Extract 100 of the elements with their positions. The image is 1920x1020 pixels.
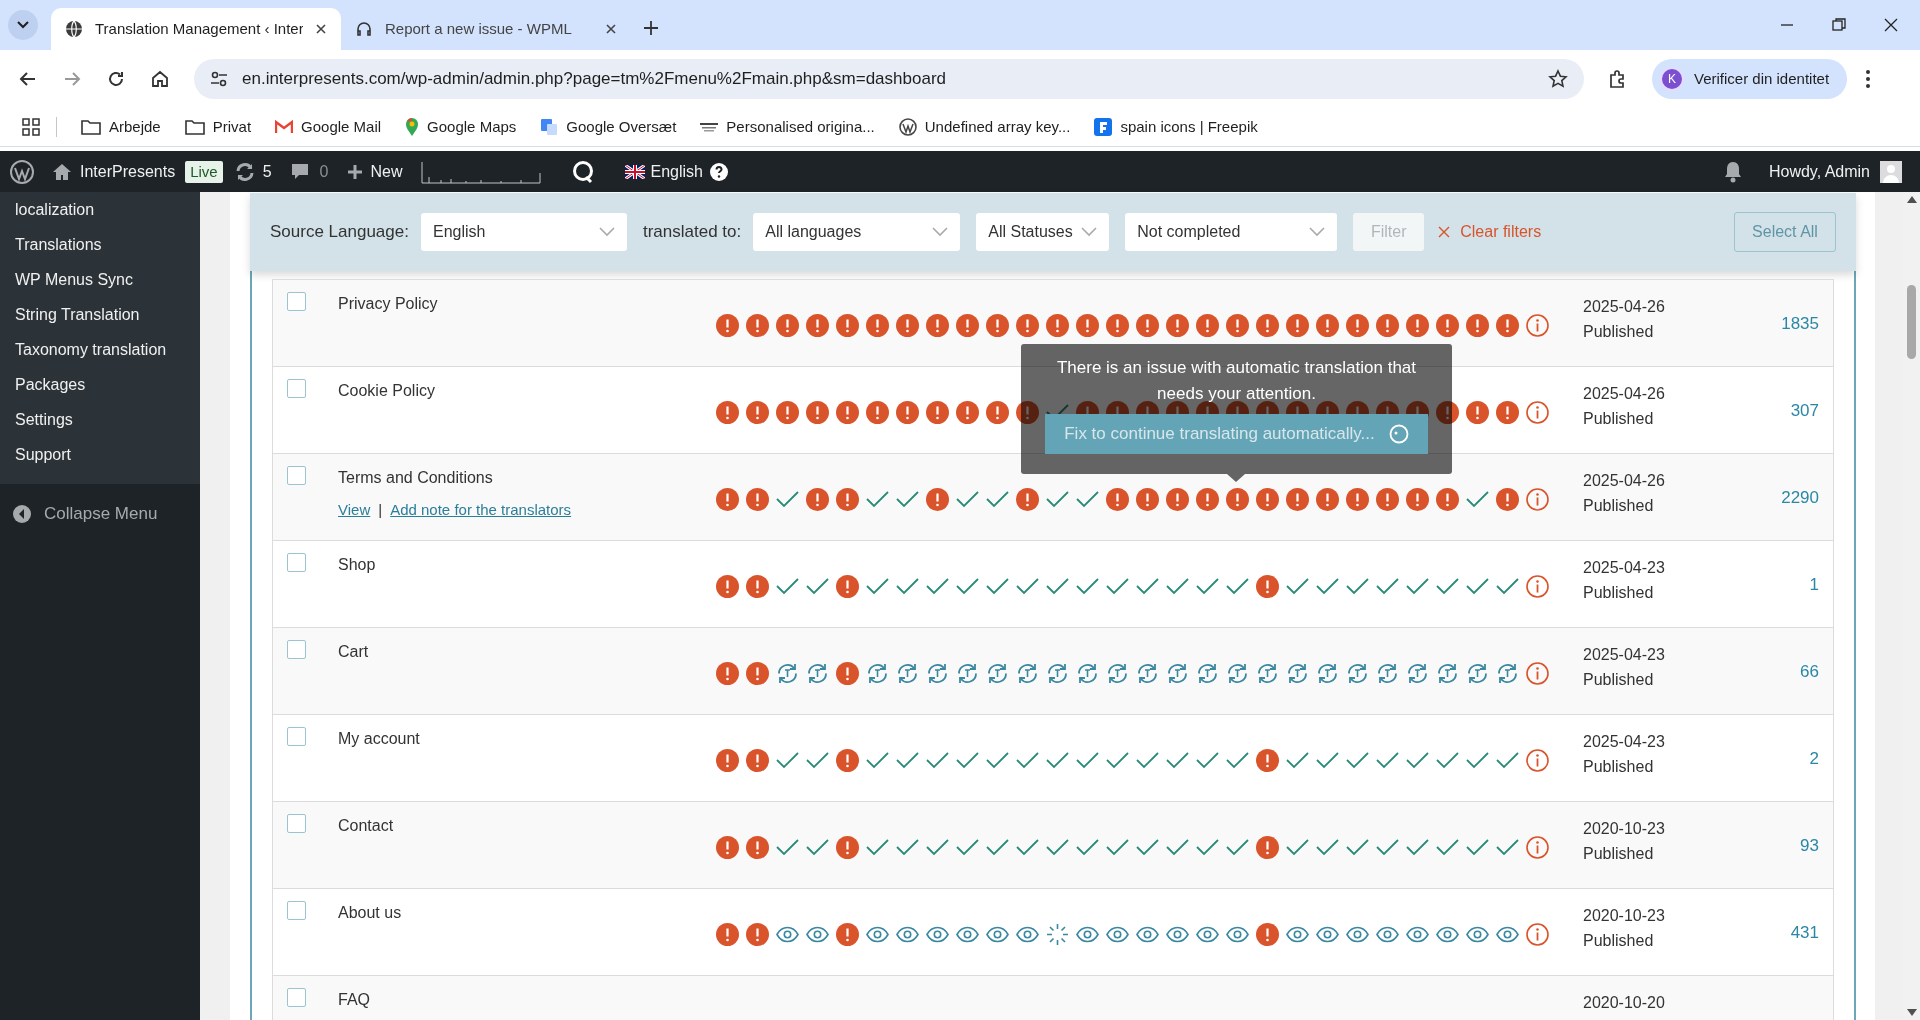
- tab-search-button[interactable]: [8, 10, 38, 40]
- language-switcher[interactable]: English: [624, 159, 729, 184]
- reload-icon[interactable]: [106, 69, 126, 89]
- sync-icon[interactable]: [1106, 661, 1129, 685]
- scroll-thumb[interactable]: [1907, 285, 1916, 359]
- sidebar-item[interactable]: Support: [0, 437, 200, 472]
- row-checkbox[interactable]: [287, 292, 306, 311]
- info-icon[interactable]: [1526, 313, 1549, 337]
- scroll-down-icon[interactable]: [1906, 1009, 1917, 1016]
- word-count-link[interactable]: 2: [1809, 746, 1819, 772]
- sync-icon[interactable]: [806, 661, 829, 685]
- apps-icon[interactable]: [22, 118, 40, 136]
- bookmark[interactable]: Privat: [176, 112, 260, 142]
- sidebar-item[interactable]: String Translation: [0, 297, 200, 332]
- scroll-up-icon[interactable]: [1906, 196, 1917, 203]
- updates-link[interactable]: 5: [234, 159, 272, 184]
- word-count-link[interactable]: 431: [1790, 920, 1819, 946]
- row-checkbox[interactable]: [287, 379, 306, 398]
- status-select[interactable]: All Statuses: [976, 213, 1110, 251]
- sync-icon[interactable]: [986, 661, 1009, 685]
- row-checkbox[interactable]: [287, 727, 306, 746]
- address-bar[interactable]: en.interpresents.com/wp-admin/admin.php?page=tm%2Fmenu%2Fmain.php&sm=dashboard: [194, 59, 1584, 99]
- sync-icon[interactable]: [1436, 661, 1459, 685]
- sync-icon[interactable]: [1196, 661, 1219, 685]
- sync-icon[interactable]: [1016, 661, 1039, 685]
- row-checkbox[interactable]: [287, 814, 306, 833]
- word-count-link[interactable]: 93: [1800, 833, 1819, 859]
- support-icon[interactable]: [570, 159, 595, 184]
- home-icon[interactable]: [150, 69, 170, 89]
- row-checkbox[interactable]: [287, 640, 306, 659]
- profile-button[interactable]: K Verificer din identitet: [1652, 59, 1848, 99]
- bookmark[interactable]: Undefined array key...: [890, 112, 1079, 142]
- source-language-select[interactable]: English: [420, 213, 627, 251]
- restore-icon[interactable]: [1832, 18, 1846, 32]
- comments-link[interactable]: 0: [289, 159, 329, 184]
- tune-icon[interactable]: [210, 70, 228, 88]
- row-checkbox[interactable]: [287, 553, 306, 572]
- new-link[interactable]: New: [346, 159, 403, 184]
- sync-icon[interactable]: [956, 661, 979, 685]
- sync-icon[interactable]: [1046, 661, 1069, 685]
- sidebar-item[interactable]: Translations: [0, 227, 200, 262]
- sidebar-item[interactable]: WP Menus Sync: [0, 262, 200, 297]
- sync-icon[interactable]: [896, 661, 919, 685]
- bookmark[interactable]: Personalised origina...: [692, 112, 883, 142]
- info-icon[interactable]: [1526, 400, 1549, 424]
- browser-tab[interactable]: Translation Management ‹ Inter: [51, 8, 341, 50]
- bookmark[interactable]: Google Mail: [267, 112, 390, 142]
- close-icon[interactable]: [1884, 18, 1898, 32]
- word-count-link[interactable]: 66: [1800, 659, 1819, 685]
- sync-icon[interactable]: [1406, 661, 1429, 685]
- info-icon[interactable]: [1526, 661, 1549, 685]
- word-count-link[interactable]: 307: [1790, 398, 1819, 424]
- account-menu[interactable]: Howdy, Admin: [1768, 159, 1902, 184]
- row-checkbox[interactable]: [287, 901, 306, 920]
- sidebar-item[interactable]: localization: [0, 192, 200, 227]
- target-language-select[interactable]: All languages: [753, 213, 961, 251]
- sync-icon[interactable]: [776, 661, 799, 685]
- row-link[interactable]: Add note for the translators: [390, 499, 572, 522]
- sync-icon[interactable]: [1376, 661, 1399, 685]
- sync-icon[interactable]: [1286, 661, 1309, 685]
- collapse-menu-button[interactable]: Collapse Menu: [0, 492, 200, 536]
- word-count-link[interactable]: 1835: [1781, 311, 1819, 337]
- row-checkbox[interactable]: [287, 988, 306, 1007]
- info-icon[interactable]: [1526, 835, 1549, 859]
- word-count-link[interactable]: 2290: [1781, 485, 1819, 511]
- sync-icon[interactable]: [1136, 661, 1159, 685]
- sync-icon[interactable]: [1346, 661, 1369, 685]
- info-icon[interactable]: [1526, 487, 1549, 511]
- alert-icon[interactable]: [1016, 400, 1039, 424]
- wordpress-icon[interactable]: [10, 159, 34, 184]
- sync-icon[interactable]: [1256, 661, 1279, 685]
- sync-icon[interactable]: [1496, 661, 1519, 685]
- site-link[interactable]: InterPresents: [52, 159, 176, 184]
- bookmark[interactable]: Google Oversæt: [532, 112, 685, 142]
- star-icon[interactable]: [1548, 69, 1568, 89]
- bookmark[interactable]: spain icons | Freepik: [1086, 112, 1266, 142]
- bookmark[interactable]: Arbejde: [73, 112, 169, 142]
- close-icon[interactable]: [605, 23, 617, 35]
- sync-icon[interactable]: [1466, 661, 1489, 685]
- new-tab-icon[interactable]: [643, 20, 659, 36]
- sync-icon[interactable]: [1076, 661, 1099, 685]
- bookmark[interactable]: Google Maps: [397, 112, 525, 142]
- completion-select[interactable]: Not completed: [1125, 213, 1338, 251]
- sync-icon[interactable]: [926, 661, 949, 685]
- sync-icon[interactable]: [1316, 661, 1339, 685]
- sidebar-item[interactable]: Packages: [0, 367, 200, 402]
- close-icon[interactable]: [315, 23, 327, 35]
- sync-icon[interactable]: [866, 661, 889, 685]
- sidebar-item[interactable]: Taxonomy translation: [0, 332, 200, 367]
- sidebar-item[interactable]: Settings: [0, 402, 200, 437]
- row-checkbox[interactable]: [287, 466, 306, 485]
- browser-tab[interactable]: Report a new issue - WPML: [341, 8, 631, 50]
- sync-icon[interactable]: [1226, 661, 1249, 685]
- info-icon[interactable]: [1526, 574, 1549, 598]
- word-count-link[interactable]: 1: [1809, 572, 1819, 598]
- sync-icon[interactable]: [1166, 661, 1189, 685]
- bell-icon[interactable]: [1722, 160, 1743, 183]
- alert-icon[interactable]: [1436, 400, 1459, 424]
- menu-icon[interactable]: [1865, 69, 1872, 89]
- info-icon[interactable]: [1526, 922, 1549, 946]
